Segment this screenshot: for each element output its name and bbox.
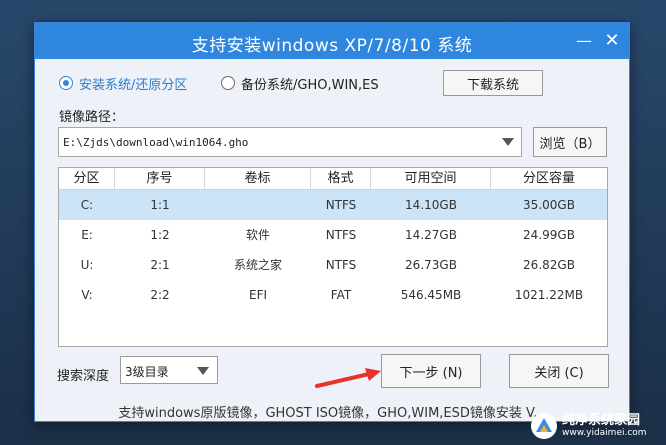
backup-radio-label: 备份系统/GHO,WIN,ES xyxy=(241,77,379,93)
capacity-cell: 35.00GB xyxy=(523,198,575,212)
close-window-button[interactable]: ✕ xyxy=(602,31,622,51)
label-cell: 系统之家 xyxy=(233,258,282,272)
annotation-arrow-icon xyxy=(315,368,381,388)
search-depth-label: 搜索深度 xyxy=(57,369,110,384)
capacity-cell: 24.99GB xyxy=(523,228,575,242)
backup-mode-option[interactable]: 备份系统/GHO,WIN,ES xyxy=(221,74,379,93)
index-cell: 2:2 xyxy=(150,288,170,302)
chevron-down-icon[interactable] xyxy=(502,138,514,146)
browse-button[interactable]: 浏览（B） xyxy=(533,127,607,157)
install-mode-option[interactable]: 安装系统/还原分区 xyxy=(59,74,188,93)
watermark-url: www.yidaimei.com xyxy=(562,428,647,438)
table-row[interactable]: U: 2:1 系统之家 NTFS 26.73GB 26.82GB xyxy=(59,250,607,280)
watermark-logo-icon xyxy=(531,413,557,439)
index-cell: 1:2 xyxy=(150,228,170,242)
capacity-cell: 26.82GB xyxy=(523,258,575,272)
watermark-title: 纯净系统家园 xyxy=(562,413,641,428)
format-cell: FAT xyxy=(330,288,352,302)
window-title: 支持安装windows XP/7/8/10 系统 xyxy=(191,36,473,56)
table-header: 分区 序号 卷标 格式 可用空间 分区容量 xyxy=(59,168,607,190)
backup-radio[interactable] xyxy=(221,76,235,90)
minimize-button[interactable]: — xyxy=(574,31,594,51)
chevron-down-icon[interactable] xyxy=(197,367,209,375)
column-header: 序号 xyxy=(115,168,205,190)
table-row[interactable]: C: 1:1 NTFS 14.10GB 35.00GB xyxy=(59,190,607,220)
format-cell: NTFS xyxy=(325,258,357,272)
image-path-combobox[interactable]: E:\Zjds\download\win1064.gho xyxy=(58,127,522,157)
index-cell: 2:1 xyxy=(150,258,170,272)
format-cell: NTFS xyxy=(325,198,357,212)
partition-table: 分区 序号 卷标 格式 可用空间 分区容量 C: 1:1 NTFS 14.10G… xyxy=(58,167,608,347)
column-header: 卷标 xyxy=(205,168,311,190)
install-radio-label: 安装系统/还原分区 xyxy=(79,77,188,93)
table-row[interactable]: E: 1:2 软件 NTFS 14.27GB 24.99GB xyxy=(59,220,607,250)
index-cell: 1:1 xyxy=(150,198,170,212)
partition-cell: V: xyxy=(81,288,93,302)
free-space-cell: 14.10GB xyxy=(405,198,457,212)
image-path-label: 镜像路径： xyxy=(59,110,125,125)
column-header: 格式 xyxy=(311,168,371,190)
partition-cell: C: xyxy=(80,198,94,212)
column-header: 分区 xyxy=(59,168,115,190)
label-cell: 软件 xyxy=(245,228,270,242)
installer-window: 支持安装windows XP/7/8/10 系统 — ✕ 安装系统/还原分区 备… xyxy=(34,22,630,422)
capacity-cell: 1021.22MB xyxy=(514,288,584,302)
next-step-button[interactable]: 下一步 (N) xyxy=(381,354,481,388)
partition-cell: U: xyxy=(80,258,94,272)
free-space-cell: 14.27GB xyxy=(405,228,457,242)
close-button[interactable]: 关闭 (C) xyxy=(509,354,609,388)
label-cell xyxy=(205,190,311,220)
download-system-button[interactable]: 下载系统 xyxy=(443,70,543,96)
format-cell: NTFS xyxy=(325,228,357,242)
label-cell: EFI xyxy=(248,288,268,302)
free-space-cell: 26.73GB xyxy=(405,258,457,272)
install-radio[interactable] xyxy=(59,76,73,90)
partition-cell: E: xyxy=(81,228,93,242)
watermark: 纯净系统家园 www.yidaimei.com xyxy=(530,410,664,442)
column-header: 可用空间 xyxy=(371,168,491,190)
table-row[interactable]: V: 2:2 EFI FAT 546.45MB 1021.22MB xyxy=(59,280,607,310)
title-bar: 支持安装windows XP/7/8/10 系统 — ✕ xyxy=(35,23,629,59)
column-header: 分区容量 xyxy=(522,171,575,186)
free-space-cell: 546.45MB xyxy=(400,288,462,302)
